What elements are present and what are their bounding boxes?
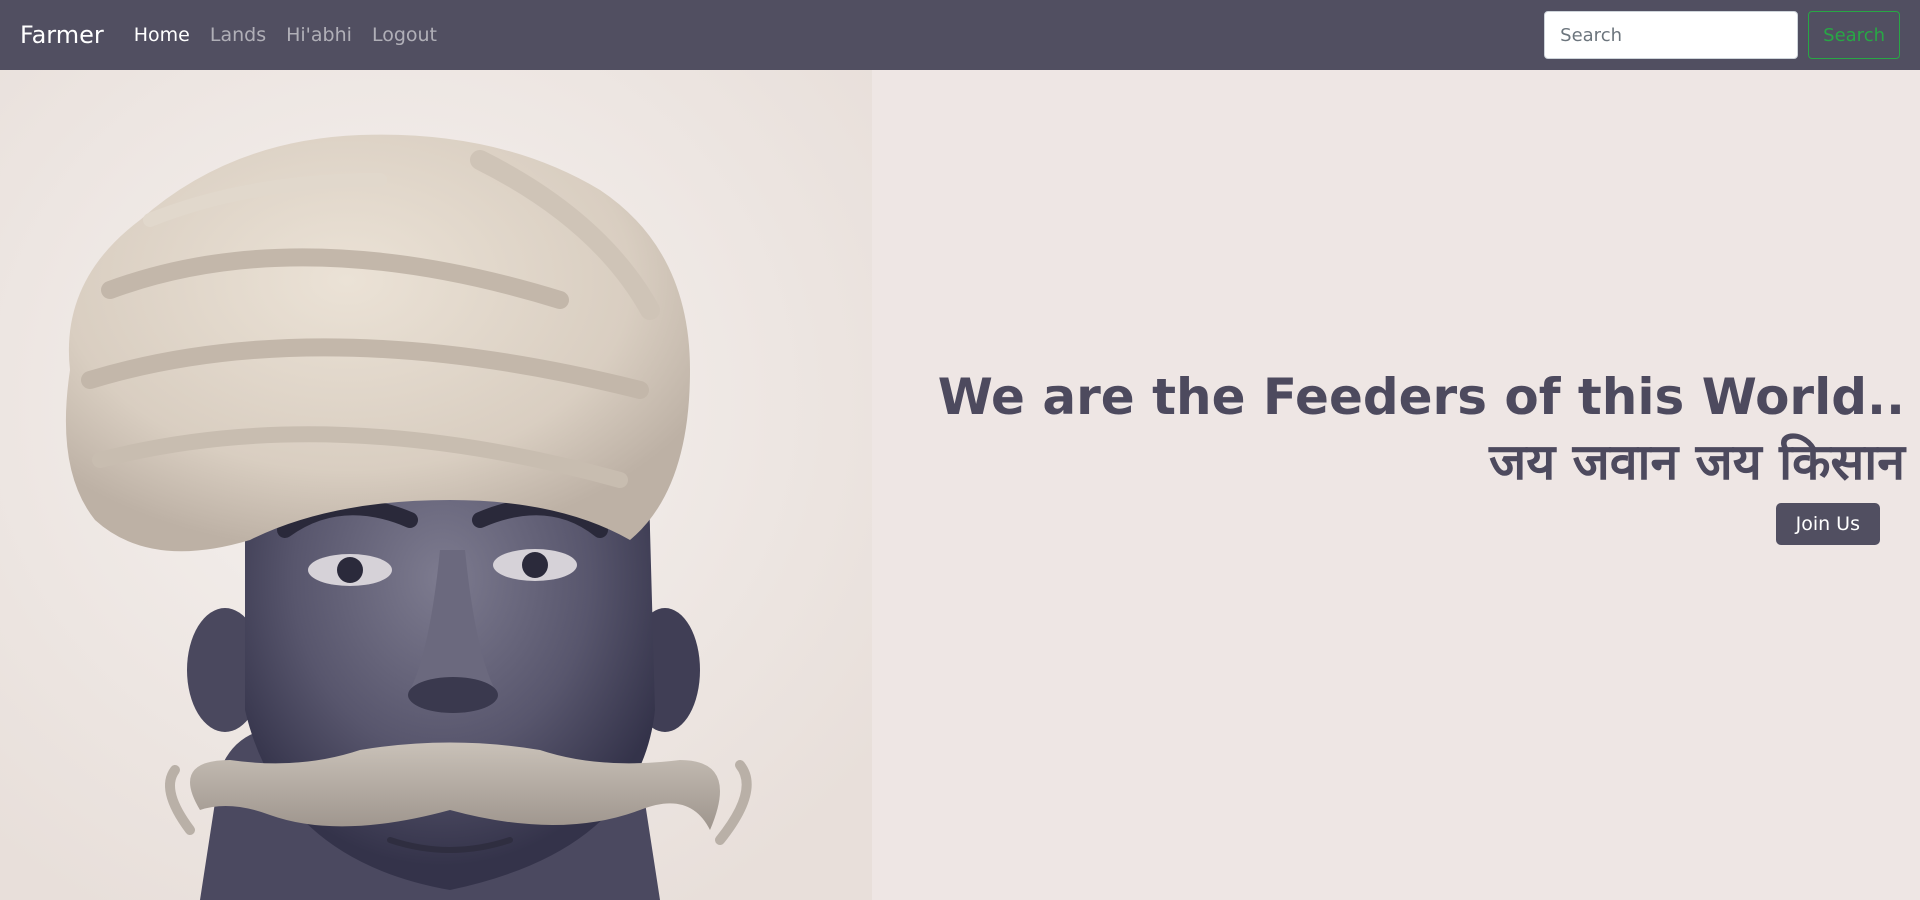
nav-link-lands[interactable]: Lands bbox=[210, 25, 266, 45]
nav-links: Home Lands Hi'abhi Logout bbox=[134, 25, 437, 45]
nav-link-profile[interactable]: Hi'abhi bbox=[286, 25, 352, 45]
search-button[interactable]: Search bbox=[1808, 11, 1900, 59]
hero-text-block: We are the Feeders of this World.. जय जव… bbox=[938, 365, 1905, 545]
brand-logo[interactable]: Farmer bbox=[20, 23, 104, 47]
farmer-portrait-image bbox=[0, 70, 872, 900]
top-navbar: Farmer Home Lands Hi'abhi Logout Search bbox=[0, 0, 1920, 70]
nav-link-logout[interactable]: Logout bbox=[372, 25, 437, 45]
hero-title: We are the Feeders of this World.. bbox=[937, 368, 1905, 426]
search-input[interactable] bbox=[1544, 11, 1799, 59]
join-us-button[interactable]: Join Us bbox=[1775, 503, 1880, 545]
hero-section: We are the Feeders of this World.. जय जव… bbox=[0, 70, 1920, 900]
nav-link-home[interactable]: Home bbox=[134, 25, 190, 45]
search-form: Search bbox=[1544, 11, 1900, 59]
hero-subtitle: जय जवान जय किसान bbox=[1489, 433, 1905, 491]
